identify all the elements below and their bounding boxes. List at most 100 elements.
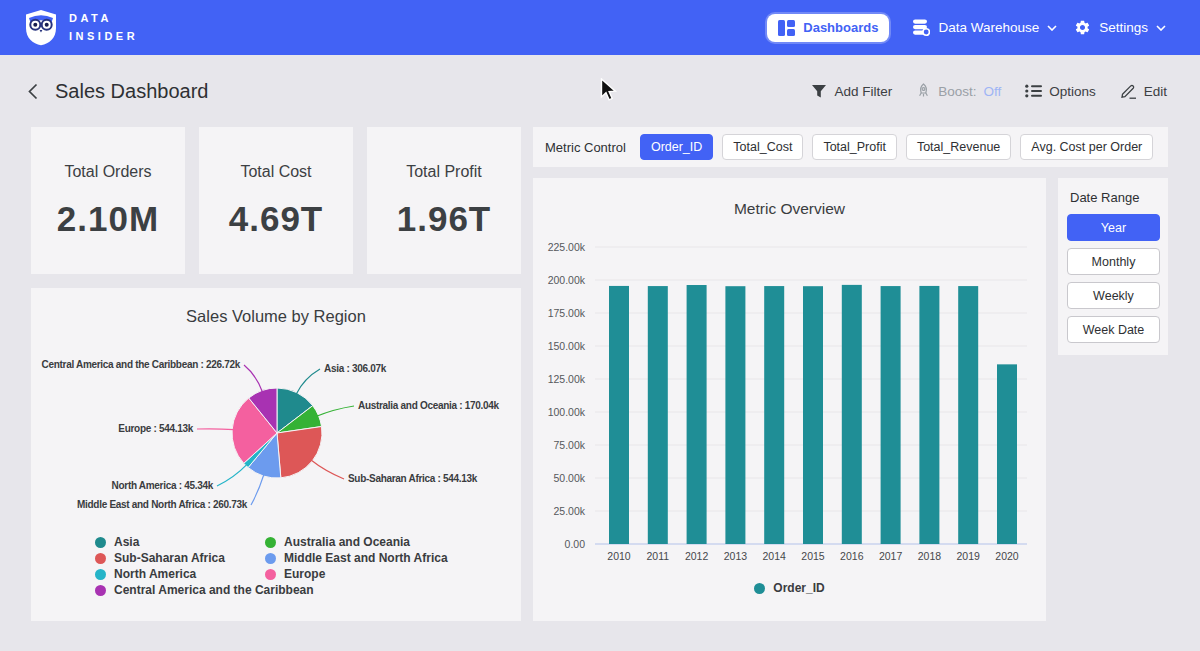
bar-2014[interactable] [764,286,784,544]
dashboards-icon [778,20,795,36]
kpi-value: 4.69T [229,199,324,239]
metric-option-total-profit[interactable]: Total_Profit [812,134,897,160]
filter-icon [811,84,827,99]
legend-dot [265,537,276,548]
legend-dot [95,585,106,596]
legend-item-australia-and-oceania[interactable]: Australia and Oceania [265,535,448,549]
svg-text:2010: 2010 [607,550,631,562]
svg-text:175.00k: 175.00k [548,307,586,319]
legend-dot [95,553,106,564]
kpi-value: 2.10M [57,199,159,239]
metric-control-label: Metric Control [545,140,626,155]
svg-text:2019: 2019 [957,550,981,562]
legend-item-central-america-and-the-caribbean[interactable]: Central America and the Caribbean [95,583,265,597]
svg-text:125.00k: 125.00k [548,373,586,385]
rocket-icon [916,83,931,99]
chevron-down-icon [1047,25,1057,31]
kpi-value: 1.96T [397,199,492,239]
bar-2013[interactable] [725,286,745,544]
legend-dot [265,569,276,580]
svg-text:100.00k: 100.00k [548,406,586,418]
svg-text:2014: 2014 [763,550,787,562]
metric-option-avg-cost-per-order[interactable]: Avg. Cost per Order [1020,134,1153,160]
pie-label-asia: Asia : 306.07k [324,363,386,374]
nav-dashboards-label: Dashboards [803,20,878,35]
brand-logo[interactable]: DATA INSIDER [24,9,138,46]
legend-item-north-america[interactable]: North America [95,567,265,581]
boost-toggle[interactable]: Boost: Off [916,83,1001,99]
svg-text:2013: 2013 [724,550,748,562]
bar-2020[interactable] [997,364,1017,544]
metric-control-panel: Metric Control Order_ID Total_Cost Total_P… [533,127,1168,167]
date-range-label: Date Range [1070,190,1160,205]
bar-chart-panel: Metric Overview 0.0025.00k50.00k75.00k10… [533,178,1046,621]
svg-text:2011: 2011 [647,550,670,562]
legend-item-middle-east-and-north-africa[interactable]: Middle East and North Africa [265,551,448,565]
kpi-title: Total Orders [64,163,151,181]
legend-label: Order_ID [773,581,824,595]
mouse-cursor [600,78,620,102]
pie-label-australia-and-oceania: Australia and Oceania : 170.04k [358,400,499,411]
bar-2016[interactable] [842,285,862,544]
kpi-card-total-orders: Total Orders 2.10M [31,127,185,274]
kpi-title: Total Cost [240,163,311,181]
pie-label-central-america-and-the-caribbean: Central America and the Caribbean : 226.… [42,359,240,370]
svg-text:2020: 2020 [995,550,1019,562]
bar-2019[interactable] [958,286,978,544]
legend-dot [95,569,106,580]
owl-logo-icon [24,9,58,46]
legend-item-asia[interactable]: Asia [95,535,265,549]
bar-chart-legend: Order_ID [533,581,1046,595]
svg-text:75.00k: 75.00k [553,439,585,451]
list-icon [1025,84,1042,98]
pie-label-europe: Europe : 544.13k [118,423,193,434]
bar-2012[interactable] [687,285,707,544]
nav-settings[interactable]: Settings [1074,19,1166,36]
pie-legend: Asia Sub-Saharan Africa North America Centr… [95,534,448,598]
legend-item-europe[interactable]: Europe [265,567,448,581]
nav-data-warehouse[interactable]: Data Warehouse [912,19,1057,36]
svg-text:25.00k: 25.00k [553,505,585,517]
svg-text:2012: 2012 [685,550,709,562]
svg-text:50.00k: 50.00k [553,472,585,484]
svg-text:200.00k: 200.00k [548,274,586,286]
bar-2011[interactable] [648,286,668,544]
nav-data-warehouse-label: Data Warehouse [938,20,1039,35]
back-icon[interactable] [28,83,38,100]
edit-button[interactable]: Edit [1120,83,1167,99]
kpi-title: Total Profit [406,163,482,181]
metric-option-total-cost[interactable]: Total_Cost [722,134,803,160]
nav-dashboards[interactable]: Dashboards [767,14,889,42]
metric-option-order-id[interactable]: Order_ID [640,134,713,160]
legend-item-sub-saharan-africa[interactable]: Sub-Saharan Africa [95,551,265,565]
svg-text:225.00k: 225.00k [548,241,586,253]
date-range-option-year[interactable]: Year [1067,214,1160,241]
date-range-option-weekly[interactable]: Weekly [1067,282,1160,309]
date-range-option-week-date[interactable]: Week Date [1067,316,1160,343]
date-range-option-monthly[interactable]: Monthly [1067,248,1160,275]
kpi-card-total-profit: Total Profit 1.96T [367,127,521,274]
metric-option-total-revenue[interactable]: Total_Revenue [906,134,1011,160]
bar-chart: 0.0025.00k50.00k75.00k100.00k125.00k150.… [533,178,1046,568]
pie-label-middle-east-and-north-africa: Middle East and North Africa : 260.73k [77,499,247,510]
pencil-icon [1120,83,1137,99]
options-button[interactable]: Options [1025,84,1096,99]
top-navigation-bar: DATA INSIDER Dashboards Data Warehouse [0,0,1200,55]
legend-dot [754,583,765,594]
bar-2018[interactable] [919,286,939,544]
pie-label-sub-saharan-africa: Sub-Saharan Africa : 544.13k [348,473,477,484]
pie-slice-sub-saharan-africa[interactable] [277,427,322,478]
kpi-card-total-cost: Total Cost 4.69T [199,127,353,274]
date-range-panel: Date Range Year Monthly Weekly Week Date [1058,178,1168,355]
database-icon [912,19,930,36]
bar-2017[interactable] [881,286,901,544]
legend-dot [265,553,276,564]
nav-settings-label: Settings [1099,20,1148,35]
svg-text:2018: 2018 [918,550,942,562]
bar-2010[interactable] [609,286,629,544]
svg-text:2015: 2015 [801,550,825,562]
boost-status: Off [983,84,1001,99]
add-filter-button[interactable]: Add Filter [811,84,892,99]
bar-2015[interactable] [803,286,823,544]
page-title: Sales Dashboard [55,80,208,103]
